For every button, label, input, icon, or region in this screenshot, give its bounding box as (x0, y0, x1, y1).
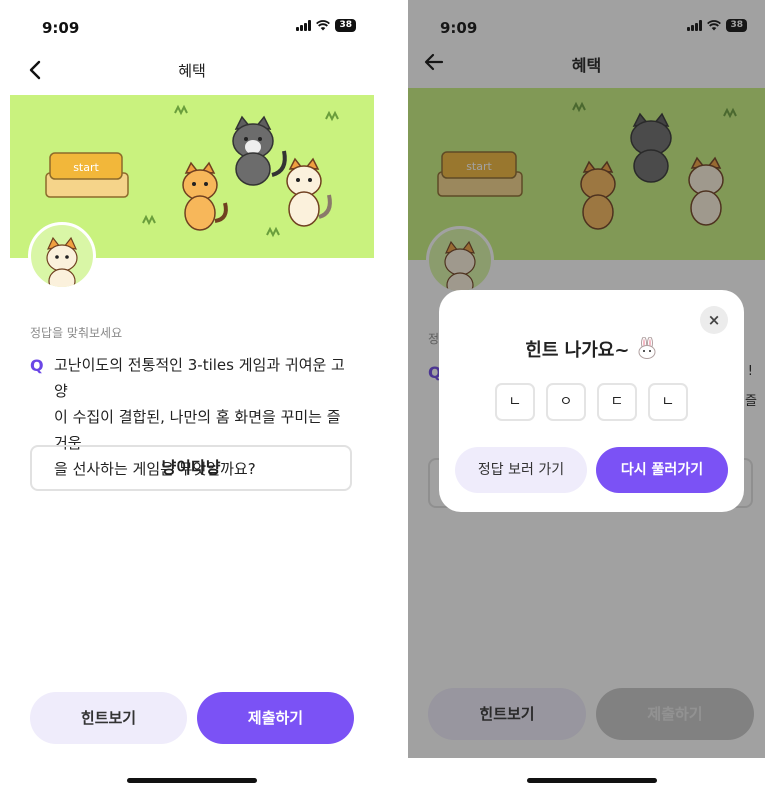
home-indicator (127, 778, 257, 783)
start-label: start (73, 161, 99, 174)
retry-button[interactable]: 다시 풀러가기 (596, 447, 728, 493)
wifi-icon (316, 20, 331, 31)
question-marker: Q (30, 356, 44, 375)
view-answer-button[interactable]: 정답 보러 가기 (455, 447, 587, 493)
submit-button[interactable]: 제출하기 (197, 692, 354, 744)
hint-letter-box: ㄴ (648, 383, 688, 421)
status-icons: 38 (296, 19, 356, 32)
page-title: 혜택 (178, 62, 206, 80)
close-icon[interactable]: × (700, 306, 728, 334)
hint-letters: ㄴ ㅇ ㄷ ㄴ (439, 383, 744, 421)
hint-modal-screen: 9:09 38 혜택 start 정 Q ! 즐 힌트보기 제출하기 × 힌트 … (408, 0, 765, 789)
answer-input[interactable]: 냥이다냥 (30, 445, 352, 491)
status-time: 9:09 (42, 19, 80, 37)
quiz-screen: 9:09 38 혜택 start 정답을 맞춰보세요 Q 고난이도의 전통적인 … (10, 0, 374, 789)
hint-letter-box: ㄷ (597, 383, 637, 421)
modal-title-text: 힌트 나가요~ (525, 340, 630, 361)
home-indicator (527, 778, 657, 783)
quiz-prompt: 정답을 맞춰보세요 (30, 326, 123, 340)
battery-icon: 38 (335, 19, 356, 32)
signal-icon (296, 20, 312, 31)
nav-bar: 혜택 (10, 50, 374, 94)
hint-modal: × 힌트 나가요~ ㄴ ㅇ ㄷ ㄴ 정답 보러 가기 다시 풀러가기 (439, 290, 744, 512)
rabbit-icon (638, 336, 656, 359)
avatar (28, 222, 96, 290)
status-bar: 9:09 38 (10, 0, 374, 48)
hint-button[interactable]: 힌트보기 (30, 692, 187, 744)
question-line: 고난이도의 전통적인 3-tiles 게임과 귀여운 고양 (54, 356, 345, 400)
hint-letter-box: ㅇ (546, 383, 586, 421)
hint-letter-box: ㄴ (495, 383, 535, 421)
modal-title: 힌트 나가요~ (439, 336, 744, 362)
